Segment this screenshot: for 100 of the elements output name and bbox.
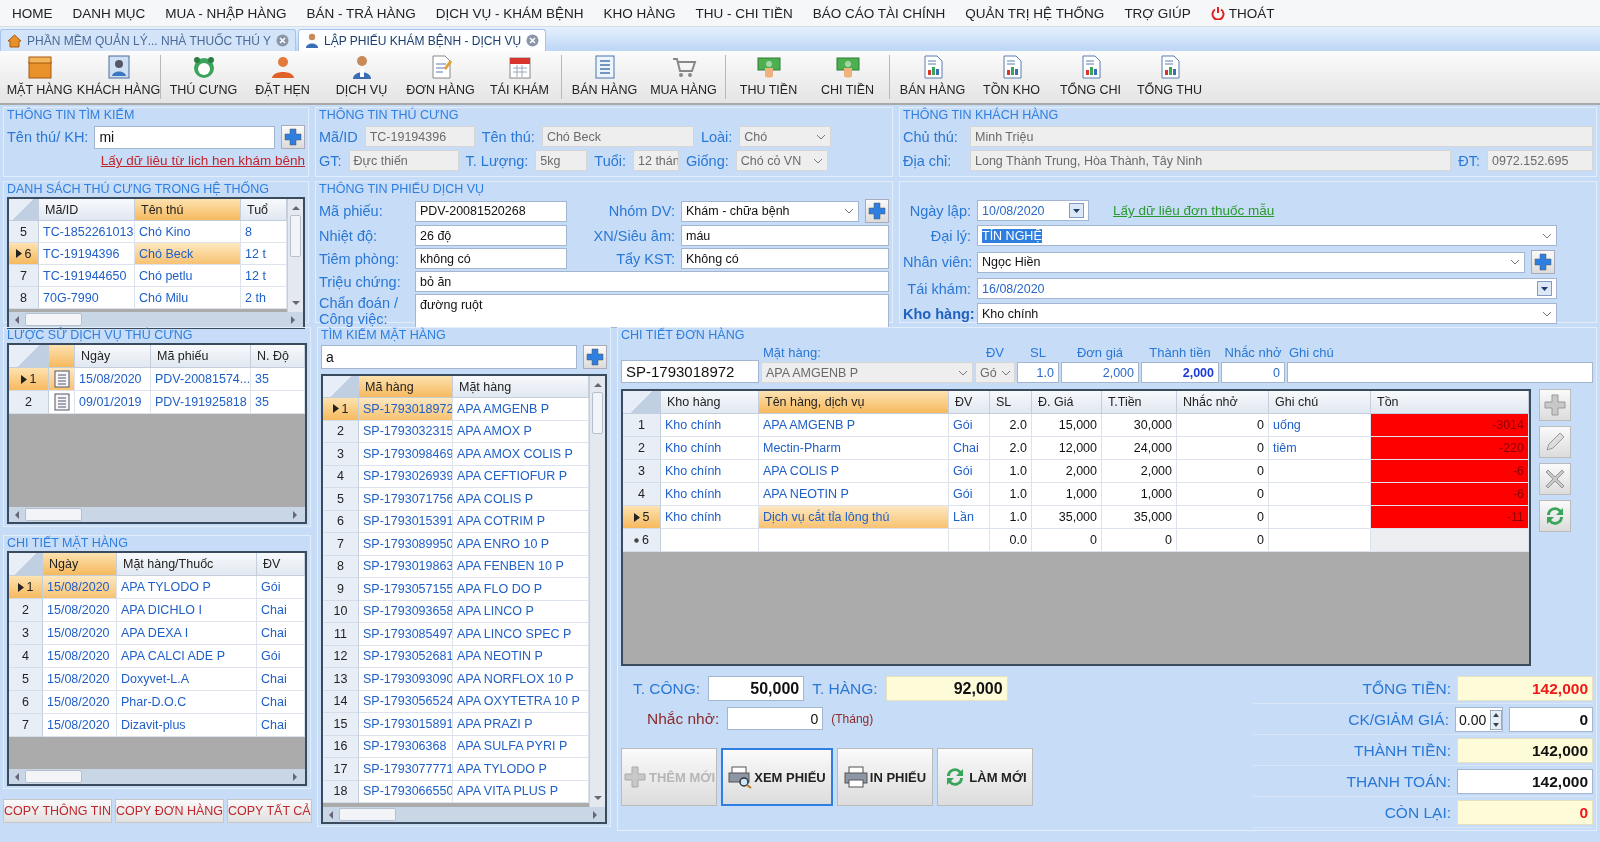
action-button[interactable]: LÀM MỚI bbox=[937, 748, 1033, 806]
dropdown-field[interactable]: TÍN NGHỆ bbox=[977, 225, 1557, 246]
select-all-corner[interactable] bbox=[323, 376, 359, 398]
add-button[interactable] bbox=[1531, 250, 1555, 274]
menu-item[interactable]: DANH MỤC bbox=[62, 2, 156, 24]
edit-button[interactable] bbox=[1539, 426, 1571, 458]
toolbar-button[interactable]: MUA HÀNG bbox=[644, 55, 723, 99]
toolbar-button[interactable]: DỊCH VỤ bbox=[322, 55, 401, 99]
spin-field[interactable]: 0.00 bbox=[1455, 707, 1503, 732]
row-header[interactable]: 5 bbox=[623, 506, 661, 529]
spin-arrows-icon[interactable] bbox=[1490, 709, 1502, 730]
text-field[interactable]: SP-1793018972 bbox=[621, 360, 759, 383]
dropdown-field[interactable]: Khám - chữa bệnh bbox=[681, 200, 859, 222]
text-field[interactable]: 0 bbox=[727, 707, 824, 730]
toolbar-button[interactable]: ĐƠN HÀNG bbox=[401, 55, 480, 99]
row-header[interactable]: 14 bbox=[323, 690, 359, 713]
add-button[interactable] bbox=[281, 125, 305, 149]
text-field[interactable]: 26 độ bbox=[415, 225, 567, 246]
row-header[interactable]: 2 bbox=[9, 599, 43, 622]
dropdown-field[interactable]: Ngọc Hiền bbox=[977, 251, 1525, 273]
text-field[interactable]: 1.0 bbox=[1017, 362, 1059, 383]
column-header[interactable]: Ngày bbox=[43, 553, 117, 576]
row-header[interactable]: 7 bbox=[323, 533, 359, 556]
toolbar-button[interactable]: TỔNG CHI bbox=[1051, 55, 1130, 99]
column-header[interactable] bbox=[49, 345, 75, 368]
horizontal-scrollbar[interactable] bbox=[323, 807, 605, 822]
menu-item[interactable]: KHO HÀNG bbox=[593, 2, 686, 24]
menu-item[interactable]: BÁN - TRẢ HÀNG bbox=[296, 2, 426, 24]
copy-button[interactable]: COPY ĐƠN HÀNG bbox=[114, 799, 224, 823]
text-field[interactable]: không có bbox=[415, 248, 567, 269]
text-field[interactable]: PDV-20081520268 bbox=[415, 200, 567, 222]
row-header[interactable]: 2 bbox=[9, 391, 49, 414]
toolbar-button[interactable]: BÁN HÀNG bbox=[565, 55, 644, 99]
menu-item[interactable]: BÁO CÁO TÀI CHÍNH bbox=[802, 2, 956, 24]
toolbar-button[interactable]: TÁI KHÁM bbox=[480, 55, 559, 99]
row-header[interactable]: 1 bbox=[9, 368, 49, 391]
delete-button[interactable] bbox=[1539, 463, 1571, 495]
toolbar-button[interactable]: KHÁCH HÀNG bbox=[79, 55, 158, 99]
refresh-button[interactable] bbox=[1539, 500, 1571, 532]
copy-button[interactable]: COPY THÔNG TIN bbox=[3, 799, 112, 823]
text-field[interactable] bbox=[1287, 362, 1593, 383]
text-field[interactable]: máu bbox=[681, 225, 889, 246]
dropdown-icon[interactable] bbox=[1537, 281, 1552, 296]
row-header[interactable]: 4 bbox=[623, 483, 661, 506]
row-header[interactable]: 11 bbox=[323, 623, 359, 646]
row-header[interactable]: 2 bbox=[323, 420, 359, 443]
search-field[interactable]: mi bbox=[94, 125, 275, 149]
row-header[interactable]: 9 bbox=[323, 578, 359, 601]
close-icon[interactable] bbox=[276, 34, 290, 47]
dropdown-icon[interactable] bbox=[1069, 203, 1084, 218]
tab[interactable]: LẬP PHIẾU KHÁM BỆNH - DỊCH VỤ bbox=[298, 29, 547, 51]
exit-menu-item[interactable]: THOÁT bbox=[1200, 2, 1285, 24]
row-header[interactable]: 4 bbox=[323, 465, 359, 488]
add-button[interactable] bbox=[865, 199, 889, 223]
row-header[interactable]: 17 bbox=[323, 758, 359, 781]
select-all-corner[interactable] bbox=[9, 199, 39, 221]
menu-item[interactable]: MUA - NHẬP HÀNG bbox=[155, 2, 297, 24]
horizontal-scrollbar[interactable] bbox=[9, 507, 305, 522]
row-header[interactable]: 13 bbox=[323, 668, 359, 691]
close-icon[interactable] bbox=[526, 34, 540, 47]
text-field[interactable]: Minh Triệu bbox=[970, 126, 1593, 147]
row-header[interactable]: 15 bbox=[323, 713, 359, 736]
toolbar-button[interactable]: THÚ CƯNG bbox=[164, 55, 243, 99]
select-all-corner[interactable] bbox=[623, 391, 661, 414]
text-field[interactable]: 5kg bbox=[535, 150, 588, 171]
toolbar-button[interactable]: CHI TIỀN bbox=[808, 55, 887, 99]
row-header[interactable]: 7 bbox=[9, 265, 39, 287]
text-field[interactable]: 2,000 bbox=[1141, 362, 1219, 383]
row-header[interactable]: 12 bbox=[323, 645, 359, 668]
text-field[interactable]: Đực thiến bbox=[348, 150, 459, 171]
text-field[interactable]: Không có bbox=[681, 248, 889, 269]
column-header[interactable]: Mã hàng bbox=[359, 376, 453, 398]
row-header[interactable]: 1 bbox=[9, 576, 43, 599]
action-button[interactable]: IN PHIẾU bbox=[837, 748, 933, 806]
text-field[interactable]: Long Thành Trung, Hòa Thành, Tây Ninh bbox=[970, 150, 1452, 171]
menu-item[interactable]: QUẢN TRỊ HỆ THỐNG bbox=[955, 2, 1115, 24]
toolbar-button[interactable]: TỒN KHO bbox=[972, 55, 1051, 99]
dropdown-field[interactable]: APA AMGENB P bbox=[761, 362, 973, 383]
row-header[interactable]: 1 bbox=[323, 398, 359, 421]
select-all-corner[interactable] bbox=[9, 553, 43, 576]
vertical-scrollbar[interactable] bbox=[287, 199, 303, 312]
row-header[interactable]: 3 bbox=[623, 460, 661, 483]
text-field[interactable]: bỏ ăn bbox=[415, 271, 889, 292]
text-field[interactable]: 142,000 bbox=[1457, 769, 1593, 794]
row-header[interactable]: 6 bbox=[623, 529, 661, 552]
search-field[interactable]: a bbox=[321, 345, 577, 369]
action-button[interactable]: XEM PHIẾU bbox=[721, 748, 833, 806]
dropdown-field[interactable]: Chó cỏ VN bbox=[735, 150, 828, 171]
toolbar-button[interactable]: ĐẶT HẸN bbox=[243, 55, 322, 99]
text-field[interactable]: 0972.152.695 bbox=[1487, 150, 1593, 171]
column-header[interactable]: Tên hàng, dịch vụ bbox=[759, 391, 949, 414]
horizontal-scrollbar[interactable] bbox=[9, 312, 303, 327]
row-header[interactable]: 5 bbox=[9, 221, 39, 243]
row-header[interactable]: 6 bbox=[9, 691, 43, 714]
row-header[interactable]: 7 bbox=[9, 714, 43, 737]
text-field[interactable]: 0 bbox=[1509, 707, 1593, 732]
toolbar-button[interactable]: MẶT HÀNG bbox=[0, 55, 79, 99]
link[interactable]: Lấy dữ liêu từ lich hen khám bênh bbox=[100, 153, 305, 168]
menu-item[interactable]: HOME bbox=[2, 2, 63, 24]
date-field[interactable]: 16/08/2020 bbox=[977, 278, 1557, 299]
